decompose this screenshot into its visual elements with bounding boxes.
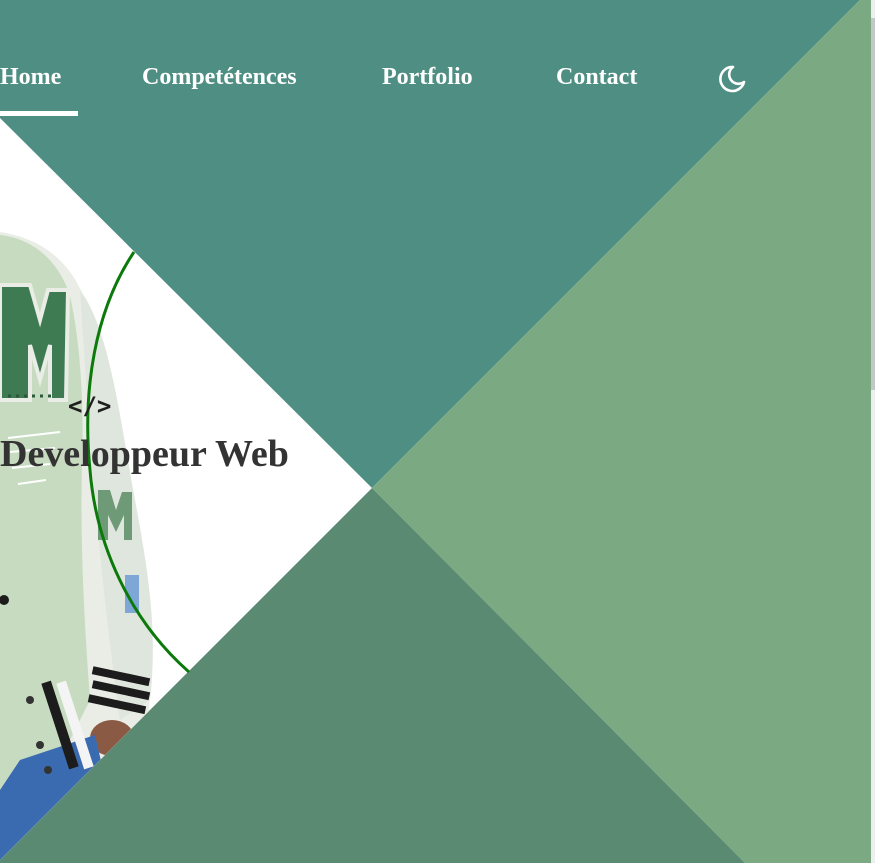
nav-item-portfolio[interactable]: Portfolio (382, 60, 473, 94)
nav-item-home[interactable]: Home (0, 60, 61, 94)
moon-icon[interactable] (716, 64, 746, 94)
main-nav: Home Competétences Portfolio Contact (0, 0, 860, 140)
hero-section: </> Developpeur Web Home Competétences P… (0, 0, 875, 863)
active-nav-underline (0, 111, 78, 116)
scrollbar-thumb[interactable] (871, 18, 875, 390)
code-tag-icon: </> (68, 392, 112, 420)
nav-item-competences[interactable]: Competétences (142, 60, 297, 94)
nav-item-contact[interactable]: Contact (556, 60, 637, 94)
hero-title: Developpeur Web (0, 433, 289, 475)
